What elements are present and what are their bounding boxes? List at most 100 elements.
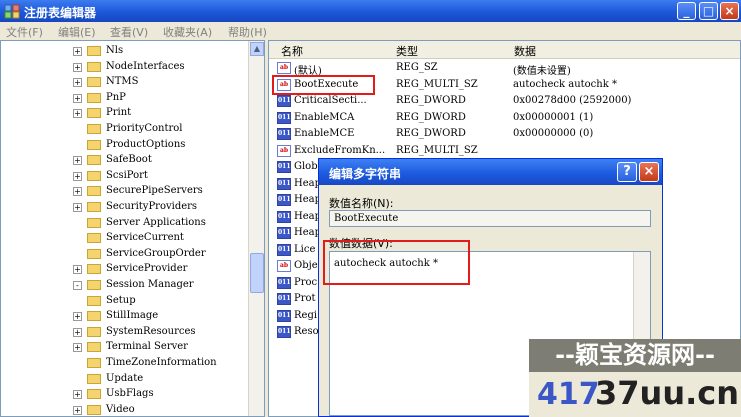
expand-icon[interactable]: + [73,187,82,197]
binary-value-icon: 011 [277,326,291,338]
tree-item[interactable]: TimeZoneInformation [1,356,246,371]
binary-value-icon: 011 [277,95,291,107]
expand-icon[interactable]: - [73,281,82,290]
expand-icon[interactable]: + [73,93,82,103]
tree-item[interactable]: + Terminal Server [1,340,246,355]
binary-value-icon: 011 [277,128,291,140]
menu-view[interactable]: 查看(V) [110,24,148,40]
tree-item-label: SecurePipeServers [106,185,203,197]
tree-item[interactable]: ProductOptions [1,138,246,153]
menu-favorites[interactable]: 收藏夹(A) [163,24,212,40]
value-type: REG_MULTI_SZ [396,144,478,156]
tree-item[interactable]: + Nls [1,44,246,59]
tree-item[interactable]: + SystemResources [1,325,246,340]
minimize-button[interactable]: _ [677,2,696,20]
tree-item[interactable]: + SafeBoot [1,153,246,168]
expand-icon[interactable]: + [73,62,82,72]
expand-icon[interactable]: + [73,405,82,415]
value-data: autocheck autochk * [513,78,617,90]
tree-item[interactable]: + NTMS [1,75,246,90]
tree-item[interactable]: ServiceCurrent [1,231,246,246]
tree-item[interactable]: Server Applications [1,216,246,231]
menu-help[interactable]: 帮助(H) [228,24,267,40]
tree-item[interactable]: + NodeInterfaces [1,60,246,75]
value-name: ExcludeFromKn... [294,144,386,156]
tree-item[interactable]: + Video [1,403,246,416]
tree-item[interactable]: Update [1,372,246,387]
expand-icon[interactable]: + [73,109,82,119]
tree-item[interactable]: + ScsiPort [1,169,246,184]
header-name[interactable]: 名称 [281,43,303,59]
tree-item-label: ProductOptions [106,138,186,150]
string-value-icon: ab [277,260,291,272]
value-name: CriticalSecti... [294,95,367,106]
binary-value-icon: 011 [277,177,291,190]
tree-item-label: Terminal Server [106,341,188,353]
tree-item-label: Update [106,372,144,384]
tree-item[interactable]: + Print [1,106,246,121]
list-item[interactable]: 011 EnableMCE REG_DWORD 0x00000000 (0) [269,126,740,142]
header-type[interactable]: 类型 [396,43,418,59]
expand-icon[interactable]: + [73,78,82,88]
folder-icon [87,404,101,415]
help-icon[interactable]: ? [617,162,637,182]
maximize-button[interactable]: □ [699,2,718,20]
tree-item-label: UsbFlags [106,388,154,400]
tree-item[interactable]: PriorityControl [1,122,246,137]
expand-icon[interactable]: + [73,312,82,322]
dialog-close-button[interactable]: × [639,162,659,182]
binary-value-icon: 011 [277,276,291,289]
dialog-titlebar[interactable]: 编辑多字符串 ? × [319,159,662,185]
tree-item-label: Session Manager [106,279,194,290]
tree-item-label: SystemResources [106,325,196,337]
list-item[interactable]: 011 EnableMCA REG_DWORD 0x00000001 (1) [269,110,740,126]
list-item[interactable]: ab (默认) REG_SZ (数值未设置) [269,60,740,77]
tree-item-label: NTMS [106,76,139,88]
expand-icon[interactable]: + [73,47,82,56]
tree-item[interactable]: + ServiceProvider [1,262,246,277]
tree-item[interactable]: + PnP [1,91,246,106]
tree-item[interactable]: + UsbFlags [1,387,246,402]
tree-item[interactable]: + StillImage [1,309,246,324]
folder-icon [87,108,101,119]
value-name: Lice [294,243,316,255]
window-titlebar[interactable]: 注册表编辑器 _ □ × [0,0,741,22]
folder-icon [87,248,101,259]
expand-icon[interactable]: + [73,265,82,275]
folder-icon [87,139,101,150]
value-type: REG_SZ [396,62,438,73]
window-title: 注册表编辑器 [24,6,97,20]
expand-icon[interactable]: + [73,343,82,353]
folder-icon [87,233,101,244]
tree-item[interactable]: ServiceGroupOrder [1,247,246,262]
string-value-icon: ab [277,62,291,74]
tree-item-label: StillImage [106,310,159,322]
scroll-thumb[interactable] [250,253,264,293]
scroll-up-icon[interactable]: ▲ [250,42,264,56]
folder-icon [87,170,101,181]
tree-item[interactable]: - Session Manager [1,278,246,293]
registry-tree[interactable]: + Nls + NodeInterfaces + NTMS + PnP + Print Priori… [0,40,265,417]
value-type: REG_DWORD [396,95,466,106]
close-button[interactable]: × [720,2,739,20]
expand-icon[interactable]: + [73,156,82,166]
list-item[interactable]: ab ExcludeFromKn... REG_MULTI_SZ [269,143,740,159]
menu-edit[interactable]: 编辑(E) [58,24,96,40]
expand-icon[interactable]: + [73,203,82,212]
value-name: Regi [294,309,318,321]
value-type: REG_MULTI_SZ [396,78,478,90]
tree-item[interactable]: Setup [1,294,246,309]
value-data: 0x00278d00 (2592000) [513,95,632,106]
tree-item[interactable]: + SecurityProviders [1,200,246,215]
header-data[interactable]: 数据 [514,43,536,59]
list-item[interactable]: 011 CriticalSecti... REG_DWORD 0x00278d00 (… [269,93,740,109]
tree-item[interactable]: + SecurePipeServers [1,184,246,199]
expand-icon[interactable]: + [73,327,82,337]
value-name: Heap [294,210,322,222]
expand-icon[interactable]: + [73,171,82,181]
tree-item-label: SecurityProviders [106,201,198,212]
tree-item-label: ServiceProvider [106,263,188,275]
menu-file[interactable]: 文件(F) [6,24,43,40]
tree-scrollbar[interactable]: ▲ [248,41,264,416]
expand-icon[interactable]: + [73,390,82,400]
